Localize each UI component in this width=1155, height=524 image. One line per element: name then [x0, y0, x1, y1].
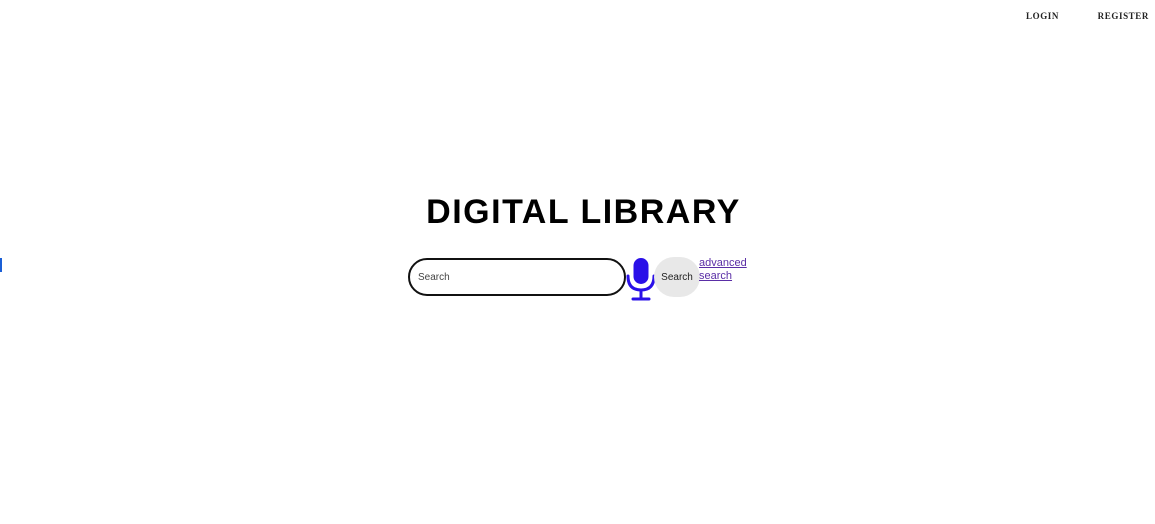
register-link[interactable]: REGISTER	[1098, 11, 1149, 21]
advanced-search-link[interactable]: advanced search	[699, 257, 759, 283]
search-button[interactable]: Search	[654, 257, 700, 297]
page-title: DIGITAL LIBRARY	[426, 193, 741, 231]
focus-indicator	[0, 258, 2, 272]
voice-search-button[interactable]	[625, 257, 657, 301]
microphone-icon	[626, 258, 656, 301]
search-input[interactable]	[408, 258, 626, 296]
login-link[interactable]: LOGIN	[1026, 11, 1059, 21]
